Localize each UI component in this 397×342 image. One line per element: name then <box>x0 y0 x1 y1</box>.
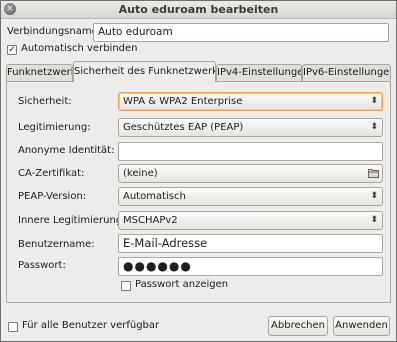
combo-arrow-icon: ⬍ <box>370 191 378 201</box>
auth-combo[interactable]: Geschütztes EAP (PEAP) ⬍ <box>118 118 383 137</box>
username-input[interactable]: E-Mail-Adresse <box>118 234 383 253</box>
title-bar: × Auto eduroam bearbeiten <box>1 1 396 19</box>
show-password-label: Passwort anzeigen <box>135 279 229 290</box>
password-input[interactable]: ●●●●●● <box>118 257 383 276</box>
inner-auth-value: MSCHAPv2 <box>123 215 178 226</box>
tab-funknetzwerk[interactable]: Funknetzwerk <box>6 64 73 81</box>
auth-label: Legitimierung: <box>18 122 91 133</box>
folder-icon <box>368 169 379 178</box>
anon-identity-label: Anonyme Identität: <box>18 145 115 156</box>
edit-connection-dialog: × Auto eduroam bearbeiten Verbindungsnam… <box>0 0 397 342</box>
peap-version-combo[interactable]: Automatisch ⬍ <box>118 187 383 206</box>
apply-button[interactable]: Anwenden <box>333 316 390 336</box>
auth-combo-value: Geschütztes EAP (PEAP) <box>123 122 244 133</box>
autoconnect-checkbox[interactable]: ✓ <box>7 45 17 55</box>
tab-wireless-security[interactable]: Sicherheit des Funknetzwerks <box>73 61 216 82</box>
ca-cert-value: (keine) <box>123 168 158 179</box>
all-users-checkbox[interactable] <box>8 322 18 332</box>
connection-name-label: Verbindungsname <box>7 26 98 37</box>
inner-auth-label: Innere Legitimierung: <box>18 215 126 226</box>
tab-ipv4-settings[interactable]: IPv4-Einstellungen <box>216 64 302 81</box>
security-combo-value: WPA & WPA2 Enterprise <box>123 96 243 107</box>
tab-ipv6-settings[interactable]: IPv6-Einstellungen <box>302 64 391 81</box>
security-combo[interactable]: WPA & WPA2 Enterprise ⬍ <box>118 92 383 111</box>
all-users-label: Für alle Benutzer verfügbar <box>22 320 160 331</box>
combo-arrow-icon: ⬍ <box>370 96 378 106</box>
show-password-checkbox[interactable] <box>121 281 131 291</box>
connection-name-input[interactable]: Auto eduroam <box>93 23 389 42</box>
cancel-button[interactable]: Abbrechen <box>268 316 328 336</box>
username-label: Benutzername: <box>18 239 95 250</box>
security-panel: Sicherheit: WPA & WPA2 Enterprise ⬍ Legi… <box>6 81 391 303</box>
security-label: Sicherheit: <box>18 96 72 107</box>
password-label: Passwort: <box>18 260 66 271</box>
inner-auth-combo[interactable]: MSCHAPv2 ⬍ <box>118 211 383 230</box>
combo-arrow-icon: ⬍ <box>370 215 378 225</box>
combo-arrow-icon: ⬍ <box>370 122 378 132</box>
peap-version-label: PEAP-Version: <box>18 191 87 202</box>
anon-identity-input[interactable] <box>118 142 383 161</box>
peap-version-value: Automatisch <box>123 191 186 202</box>
autoconnect-label: Automatisch verbinden <box>21 43 138 54</box>
ca-cert-label: CA-Zertifikat: <box>18 168 85 179</box>
window-title: Auto eduroam bearbeiten <box>118 3 279 16</box>
ca-cert-chooser[interactable]: (keine) <box>118 164 383 183</box>
